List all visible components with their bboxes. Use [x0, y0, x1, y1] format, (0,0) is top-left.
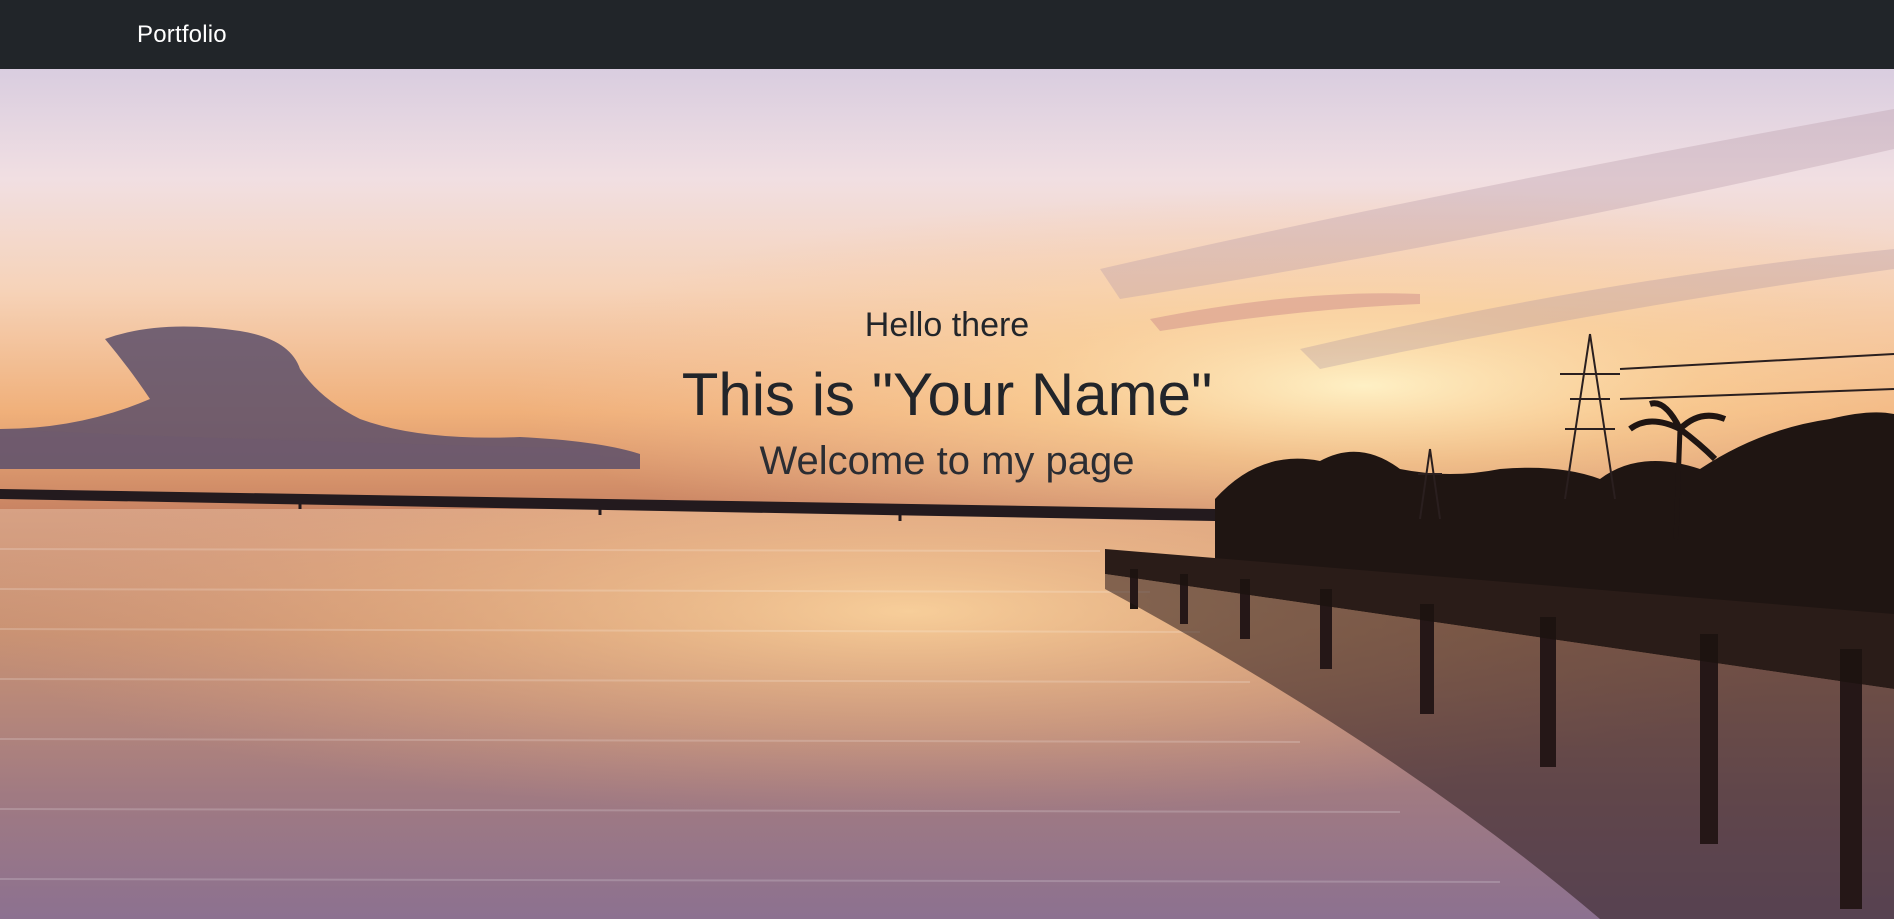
navbar-brand-link[interactable]: Portfolio: [137, 21, 227, 49]
hero-content: Hello there This is "Your Name" Welcome …: [0, 69, 1894, 919]
hero-tagline: Welcome to my page: [759, 439, 1135, 483]
hero-name-heading: This is "Your Name": [681, 361, 1213, 428]
navbar: Portfolio: [0, 0, 1894, 69]
hero-section: Hello there This is "Your Name" Welcome …: [0, 69, 1894, 919]
hero-greeting: Hello there: [864, 306, 1030, 344]
